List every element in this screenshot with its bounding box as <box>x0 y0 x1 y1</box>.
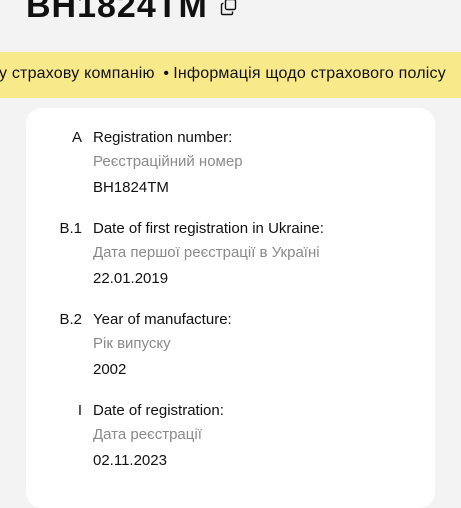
field-code: I <box>77 402 82 419</box>
ticker-item[interactable]: Інформація щодо страхового полісу <box>173 65 446 82</box>
field-code: B.1 <box>59 220 82 237</box>
field-value: 22.01.2019 <box>93 270 169 287</box>
field-value: 2002 <box>93 361 127 378</box>
plate-number: BH1824TM <box>26 0 208 25</box>
field-subtitle: Дата реєстрації <box>93 426 202 443</box>
vehicle-info-card: A Registration number: Реєстраційний ном… <box>26 108 435 508</box>
copy-icon[interactable] <box>220 0 238 16</box>
ticker-item[interactable]: у страхову компанію <box>0 65 155 82</box>
field-code: A <box>71 129 82 146</box>
field-code: B.2 <box>59 311 82 328</box>
field-title: Year of manufacture: <box>93 311 232 328</box>
field-subtitle: Дата першої реєстрації в Україні <box>93 244 320 261</box>
info-ticker[interactable]: у страхову компанію • Інформація щодо стр… <box>0 52 461 98</box>
field-subtitle: Рік випуску <box>93 335 171 352</box>
field-title: Date of registration: <box>93 402 224 419</box>
field-title: Date of first registration in Ukraine: <box>93 220 324 237</box>
field-value: 02.11.2023 <box>93 452 167 469</box>
field-value: BH1824TM <box>93 179 169 196</box>
ticker-separator: • <box>163 65 170 82</box>
plate-header: BH1824TM <box>26 0 238 26</box>
field-subtitle: Реєстраційний номер <box>93 153 243 170</box>
field-title: Registration number: <box>93 129 233 146</box>
ticker-text: у страхову компанію • Інформація щодо стр… <box>0 65 446 83</box>
